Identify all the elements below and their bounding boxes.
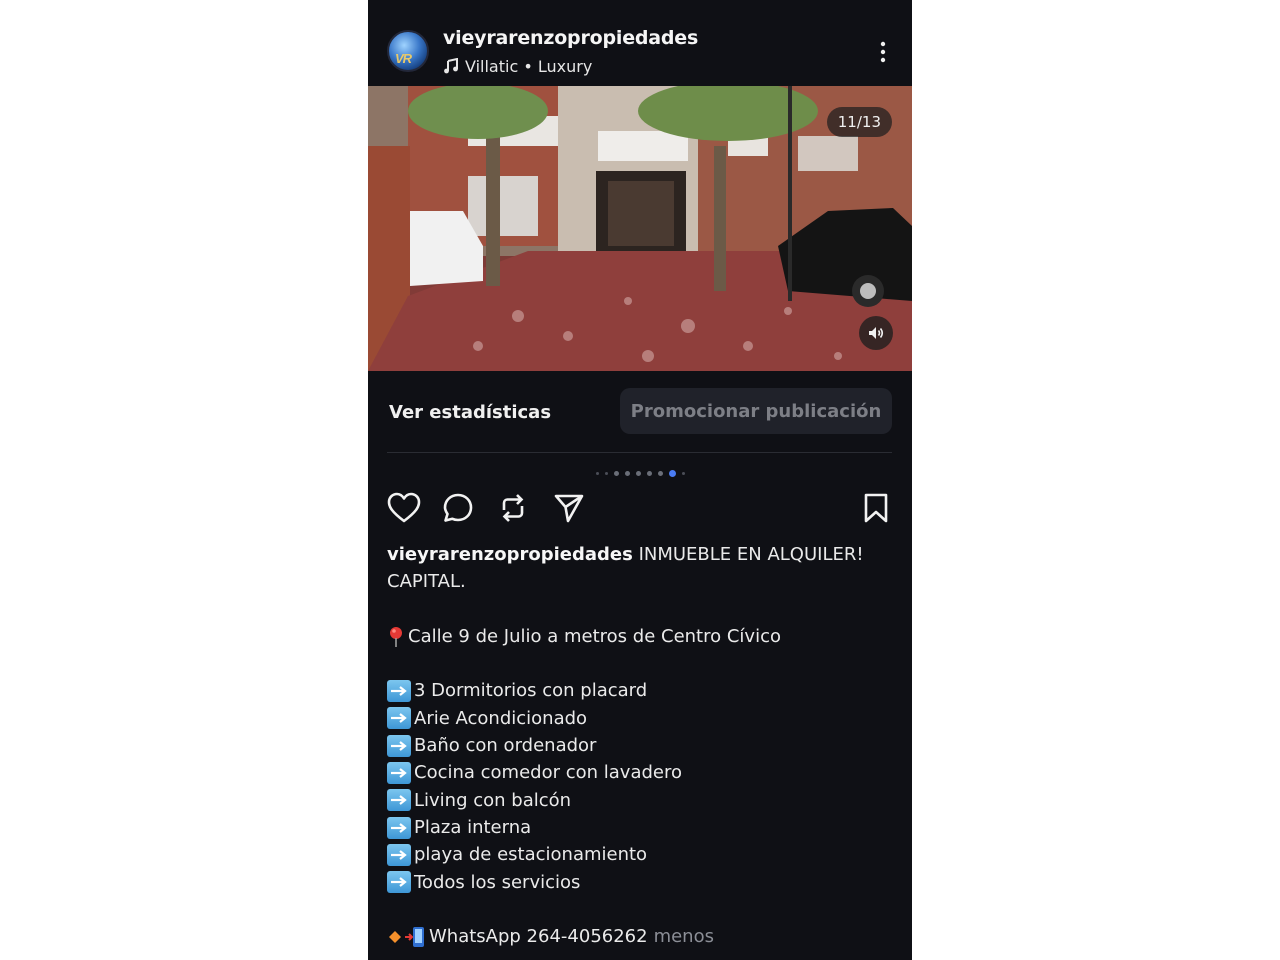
right-arrow-icon	[387, 789, 411, 812]
caption-feature-text: Living con balcón	[414, 789, 572, 811]
caption-headline: INMUEBLE EN ALQUILER!	[638, 544, 864, 565]
caption-feature-item: Cocina comedor con lavadero	[387, 759, 892, 786]
music-attribution[interactable]: Villatic • Luxury	[443, 55, 592, 77]
right-arrow-icon	[387, 734, 411, 757]
caption-headline-line: vieyrarenzopropiedades INMUEBLE EN ALQUI…	[387, 541, 892, 568]
carousel-dot	[604, 471, 608, 475]
carousel-dot-active	[668, 469, 676, 477]
caption-feature-text: Plaza interna	[414, 816, 532, 838]
caption-feature-text: Cocina comedor con lavadero	[414, 762, 682, 784]
caption-location-line: Calle 9 de Julio a metros de Centro Cívi…	[387, 623, 892, 650]
post-caption: vieyrarenzopropiedades INMUEBLE EN ALQUI…	[387, 541, 892, 950]
pin-icon	[390, 626, 402, 647]
promote-post-button[interactable]: Promocionar publicación	[620, 388, 892, 434]
caption-location: Calle 9 de Julio a metros de Centro Cívi…	[408, 625, 781, 647]
carousel-dot	[613, 470, 619, 476]
caption-feature-item: Arie Acondicionado	[387, 705, 892, 732]
mute-toggle-button[interactable]	[859, 316, 893, 350]
carousel-dot	[595, 471, 599, 475]
carousel-dot	[681, 471, 685, 475]
carousel-dot	[624, 470, 630, 476]
repost-icon	[502, 494, 524, 522]
comment-icon	[443, 493, 473, 522]
more-vertical-icon[interactable]	[876, 40, 890, 64]
caption-less-toggle[interactable]: menos	[654, 923, 714, 950]
music-note-icon	[444, 58, 458, 74]
share-button[interactable]	[551, 490, 587, 526]
caption-feature-item: Baño con ordenador	[387, 732, 892, 759]
view-insights-link[interactable]: Ver estadísticas	[389, 402, 551, 423]
post-username[interactable]: vieyrarenzopropiedades	[443, 27, 698, 49]
caption-feature-item: 3 Dormitorios con placard	[387, 677, 892, 704]
caption-feature-item: Living con balcón	[387, 787, 892, 814]
speaker-icon	[869, 327, 884, 339]
caption-feature-text: Baño con ordenador	[414, 735, 597, 757]
music-label: Villatic • Luxury	[465, 56, 593, 76]
comment-button[interactable]	[440, 490, 476, 526]
caption-feature-item: Todos los servicios	[387, 869, 892, 896]
post-media-image[interactable]: 11/13	[368, 86, 912, 371]
post-actions-bar	[368, 490, 912, 530]
caption-headline-2: CAPITAL.	[387, 571, 466, 593]
instagram-post-screen: VR vieyrarenzopropiedades Villatic • Lux…	[368, 0, 912, 960]
save-button[interactable]	[858, 490, 894, 526]
caption-feature-list: 3 Dormitorios con placard Arie Acondicion…	[387, 677, 892, 895]
carousel-indicator	[368, 468, 912, 478]
right-arrow-icon	[387, 680, 411, 703]
orange-diamond-icon	[389, 930, 401, 943]
caption-contact: WhatsApp 264-4056262	[429, 926, 648, 948]
right-arrow-icon	[387, 871, 411, 894]
caption-feature-text: playa de estacionamiento	[414, 844, 648, 866]
carousel-dot	[646, 470, 652, 476]
right-arrow-icon	[387, 762, 411, 785]
post-header: VR vieyrarenzopropiedades Villatic • Lux…	[368, 0, 912, 86]
carousel-dot	[657, 470, 663, 476]
caption-feature-item: Plaza interna	[387, 814, 892, 841]
avatar[interactable]: VR	[387, 30, 429, 72]
media-counter-badge: 11/13	[826, 107, 892, 137]
right-arrow-icon	[387, 816, 411, 839]
insights-row: Ver estadísticas Promocionar publicación	[368, 388, 912, 436]
avatar-logo-text: VR	[395, 51, 412, 66]
heart-icon	[387, 492, 421, 523]
carousel-dot	[635, 470, 641, 476]
caption-feature-text: Todos los servicios	[414, 871, 581, 893]
bookmark-icon	[864, 493, 888, 523]
repost-button[interactable]	[495, 490, 531, 526]
caption-feature-text: 3 Dormitorios con placard	[414, 680, 648, 702]
caption-feature-item: playa de estacionamiento	[387, 841, 892, 868]
contact-emoji-group	[387, 926, 426, 948]
send-icon	[554, 494, 584, 523]
mobile-phone-arrow-icon	[405, 926, 424, 947]
right-arrow-icon	[387, 843, 411, 866]
like-button[interactable]	[386, 490, 422, 526]
caption-contact-line: WhatsApp 264-4056262 menos	[387, 923, 892, 950]
right-arrow-icon	[387, 707, 411, 730]
caption-username[interactable]: vieyrarenzopropiedades	[387, 544, 633, 565]
caption-feature-text: Arie Acondicionado	[414, 707, 588, 729]
divider	[387, 452, 892, 453]
